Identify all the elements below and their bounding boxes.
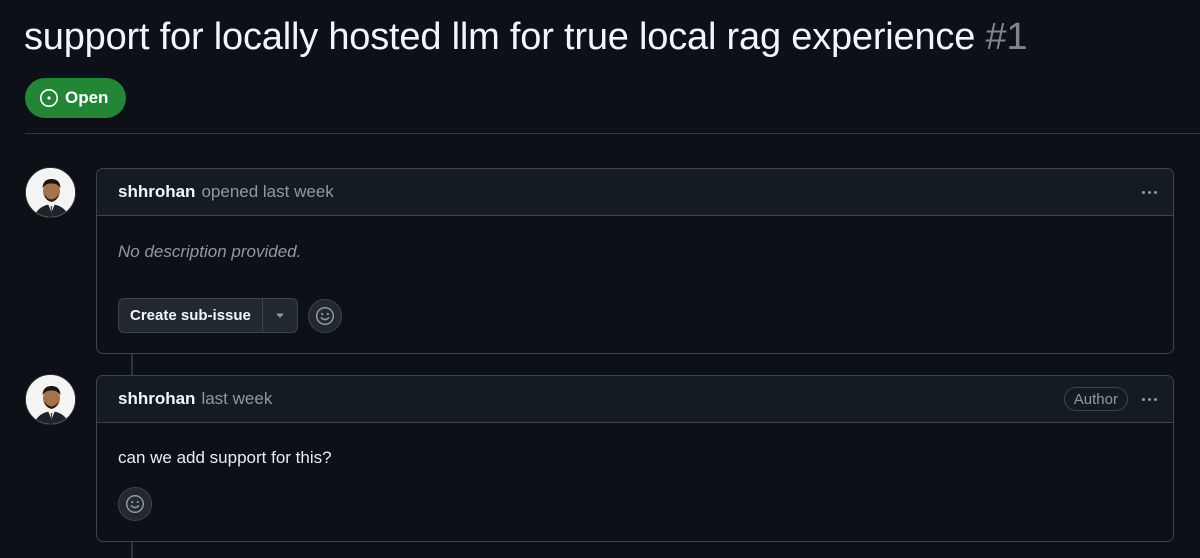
comment-body-text: can we add support for this? bbox=[118, 448, 332, 467]
comment-author[interactable]: shhrohan bbox=[118, 182, 195, 202]
header-divider bbox=[25, 133, 1200, 134]
create-sub-issue-split-button: Create sub-issue bbox=[118, 298, 298, 333]
comment-header: shhrohan opened last week bbox=[97, 169, 1173, 216]
comment-header: shhrohan last week Author bbox=[97, 376, 1173, 423]
user-avatar bbox=[26, 168, 75, 217]
comment-box: shhrohan last week Author can we add sup… bbox=[96, 375, 1174, 542]
comment-body: No description provided. Create sub-issu… bbox=[97, 216, 1173, 333]
issue-state-badge: Open bbox=[25, 78, 126, 118]
kebab-horizontal-icon[interactable] bbox=[1138, 387, 1161, 411]
author-role-badge: Author bbox=[1063, 387, 1128, 411]
comment-timestamp[interactable]: opened last week bbox=[201, 182, 333, 202]
comment-body: can we add support for this? bbox=[97, 423, 1173, 521]
avatar[interactable] bbox=[25, 374, 76, 425]
comment-body-text: No description provided. bbox=[118, 242, 302, 261]
timeline-connector bbox=[131, 353, 133, 375]
avatar[interactable] bbox=[25, 167, 76, 218]
user-avatar bbox=[26, 375, 75, 424]
smiley-icon[interactable] bbox=[307, 298, 342, 333]
issue-state-label: Open bbox=[65, 88, 109, 107]
issue-opened-icon bbox=[39, 88, 59, 108]
smiley-icon[interactable] bbox=[118, 487, 152, 521]
timeline-connector bbox=[131, 541, 133, 558]
triangle-down-icon[interactable] bbox=[263, 299, 297, 332]
comment-timestamp[interactable]: last week bbox=[201, 389, 272, 409]
issue-number: #1 bbox=[985, 16, 1028, 58]
create-sub-issue-button[interactable]: Create sub-issue bbox=[119, 299, 263, 332]
comment-actions: Create sub-issue bbox=[118, 298, 1152, 333]
comment-author[interactable]: shhrohan bbox=[118, 389, 195, 409]
issue-title: support for locally hosted llm for true … bbox=[24, 14, 1028, 60]
issue-page: support for locally hosted llm for true … bbox=[0, 0, 1200, 558]
comment-box: shhrohan opened last week No description… bbox=[96, 168, 1174, 354]
kebab-horizontal-icon[interactable] bbox=[1138, 180, 1161, 204]
issue-title-text: support for locally hosted llm for true … bbox=[24, 16, 976, 58]
